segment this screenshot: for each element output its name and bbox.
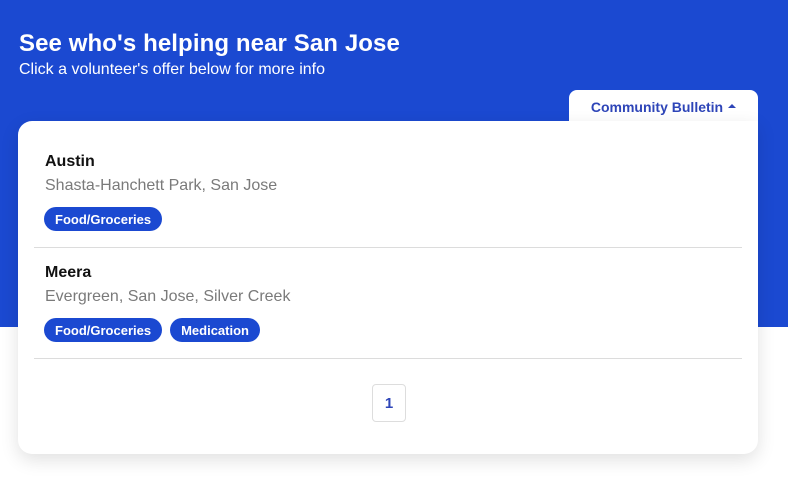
pagination-page-button[interactable]: 1 <box>372 384 406 422</box>
tag-food-groceries: Food/Groceries <box>44 207 163 231</box>
community-bulletin-label: Community Bulletin <box>590 99 724 115</box>
offers-card: Austin Shasta-Hanchett Park, San Jose Fo… <box>18 121 758 454</box>
page-title: See who's helping near San Jose <box>19 30 400 57</box>
page-subtitle: Click a volunteer's offer below for more… <box>19 61 326 78</box>
community-bulletin-tab[interactable]: Community Bulletin <box>569 90 758 124</box>
tag-food-groceries: Food/Groceries <box>44 318 163 342</box>
offer-item[interactable]: Meera Evergreen, San Jose, Silver Creek … <box>34 248 742 359</box>
offer-tags: Food/Groceries <box>44 207 163 231</box>
caret-up-icon <box>728 104 737 108</box>
volunteer-name: Austin <box>45 153 95 170</box>
offer-item[interactable]: Austin Shasta-Hanchett Park, San Jose Fo… <box>34 137 742 248</box>
volunteer-location: Shasta-Hanchett Park, San Jose <box>45 177 278 194</box>
volunteer-location: Evergreen, San Jose, Silver Creek <box>45 288 291 305</box>
tag-medication: Medication <box>170 318 260 342</box>
volunteer-name: Meera <box>45 264 92 281</box>
offer-tags: Food/Groceries Medication <box>44 318 260 342</box>
